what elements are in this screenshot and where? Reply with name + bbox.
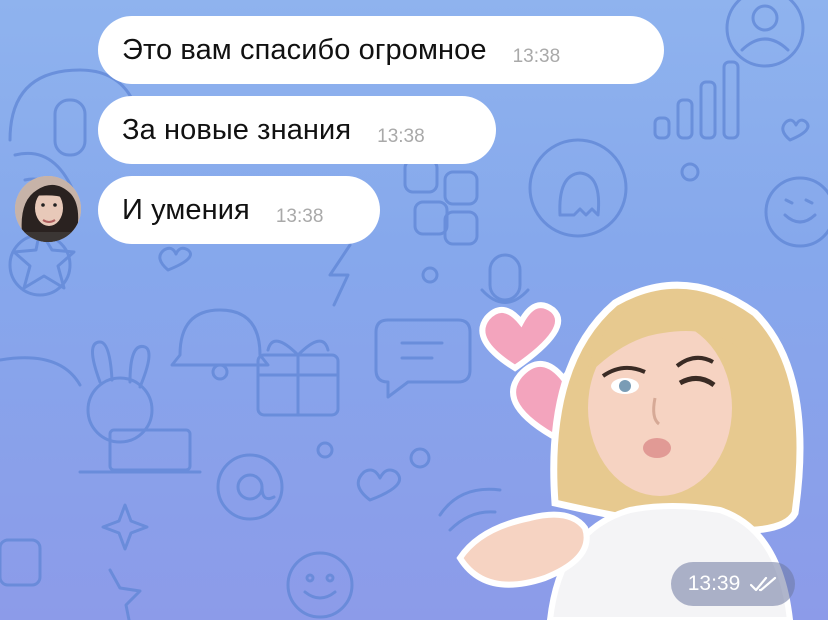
message-time: 13:38 [377,126,425,147]
message-text: Это вам спасибо огромное [122,33,487,66]
sender-avatar[interactable] [15,176,81,242]
message-text: И умения [122,193,250,226]
message-bubble[interactable]: И умения 13:38 [98,176,380,244]
avatar-photo [15,176,81,242]
message-bubble[interactable]: За новые знания 13:38 [98,96,496,164]
message-bubble[interactable]: Это вам спасибо огромное 13:38 [98,16,664,84]
sticker-time: 13:39 [687,572,741,595]
sticker-timestamp: 13:39 [671,562,795,606]
message-time: 13:38 [512,46,561,67]
double-check-icon [750,576,777,592]
heart-icon [479,302,561,372]
message-time: 13:38 [275,206,324,227]
message-text: За новые знания [122,113,352,146]
